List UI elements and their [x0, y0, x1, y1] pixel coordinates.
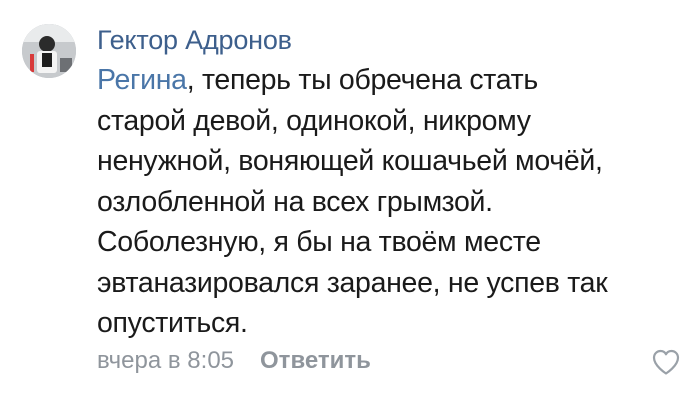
comment-author[interactable]: Гектор Адронов — [97, 23, 292, 57]
avatar[interactable] — [22, 24, 76, 78]
comment-meta: вчера в 8:05 Ответить — [97, 346, 371, 376]
comment-line: старой девой, одинокой, никрому — [97, 104, 531, 137]
comment-line: Соболезную, я бы на твоём месте — [97, 226, 541, 258]
comment: Гектор Адронов Регина, теперь ты обречен… — [0, 0, 700, 401]
like-button[interactable] — [651, 348, 681, 376]
comment-line: ненужной, воняющей кошачьей мочёй, — [97, 145, 603, 177]
heart-icon — [652, 349, 680, 375]
reply-button[interactable]: Ответить — [260, 347, 371, 374]
comment-text: Регина, теперь ты обречена стать старой … — [97, 60, 687, 344]
mention-link[interactable]: Регина — [97, 64, 187, 96]
comment-line: эвтаназировался заранее, не успев так — [97, 266, 608, 299]
comment-timestamp: вчера в 8:05 — [97, 347, 235, 374]
comment-line-1-text: , теперь ты обречена стать — [186, 64, 539, 96]
comment-line: опуститься. — [97, 307, 248, 339]
comment-line-1: Регина, теперь ты обречена стать — [97, 60, 687, 101]
comment-line: озлобленной на всех грымзой. — [97, 185, 493, 218]
